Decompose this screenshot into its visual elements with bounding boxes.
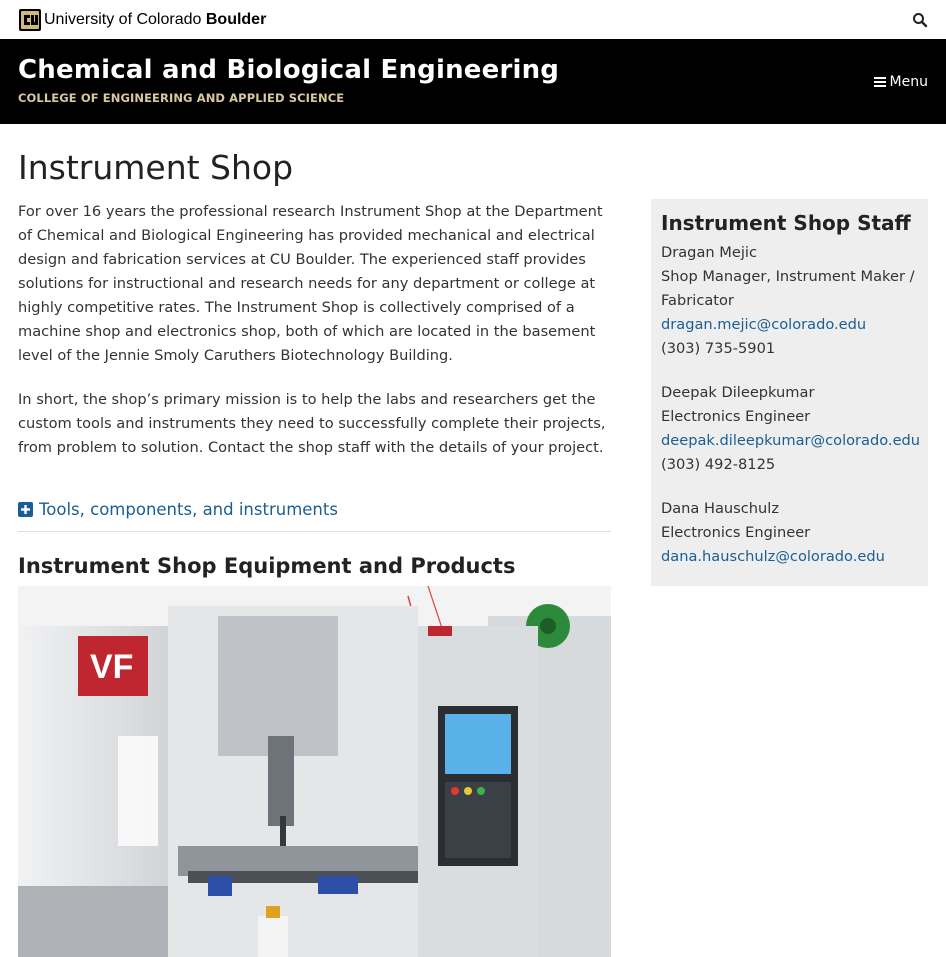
staff-name: Deepak Dileepkumar bbox=[661, 384, 815, 401]
staff-phone: (303) 492-8125 bbox=[661, 456, 776, 473]
site-branding: Chemical and Biological Engineering COLL… bbox=[18, 53, 559, 105]
staff-phone: (303) 735-5901 bbox=[661, 340, 776, 357]
staff-name: Dragan Mejic bbox=[661, 244, 757, 261]
section-heading: Instrument Shop Equipment and Products bbox=[18, 554, 516, 578]
intro-paragraph: For over 16 years the professional resea… bbox=[18, 203, 603, 364]
university-brand-link[interactable]: University of Colorado Boulder bbox=[18, 8, 266, 32]
staff-role: Electronics Engineer bbox=[661, 524, 811, 541]
mission-paragraph: In short, the shop’s primary mission is … bbox=[18, 391, 606, 456]
search-icon[interactable] bbox=[912, 12, 928, 28]
cnc-machine-image: VF bbox=[18, 586, 611, 957]
sidebar-title: Instrument Shop Staff bbox=[661, 211, 911, 235]
site-subtitle[interactable]: COLLEGE OF ENGINEERING AND APPLIED SCIEN… bbox=[18, 91, 559, 105]
staff-card: Dragan Mejic Shop Manager, Instrument Ma… bbox=[661, 241, 918, 361]
site-title[interactable]: Chemical and Biological Engineering bbox=[18, 53, 559, 87]
svg-text:VF: VF bbox=[90, 648, 133, 686]
top-bar: University of Colorado Boulder bbox=[0, 0, 946, 39]
staff-email-link[interactable]: deepak.dileepkumar@colorado.edu bbox=[661, 429, 920, 453]
cu-logo-icon bbox=[19, 8, 41, 31]
staff-card: Deepak Dileepkumar Electronics Engineer … bbox=[661, 381, 920, 477]
main-content: For over 16 years the professional resea… bbox=[18, 200, 611, 578]
menu-button[interactable]: Menu bbox=[873, 74, 928, 90]
staff-email-link[interactable]: dana.hauschulz@colorado.edu bbox=[661, 545, 918, 569]
menu-icon bbox=[873, 77, 886, 87]
staff-card: Dana Hauschulz Electronics Engineer dana… bbox=[661, 497, 918, 569]
plus-square-icon bbox=[18, 502, 33, 517]
staff-sidebar: Instrument Shop Staff Dragan Mejic Shop … bbox=[651, 199, 928, 586]
staff-role: Shop Manager, Instrument Maker / Fabrica… bbox=[661, 268, 915, 309]
site-header: Chemical and Biological Engineering COLL… bbox=[0, 39, 946, 124]
accordion-label: Tools, components, and instruments bbox=[39, 500, 338, 519]
menu-label: Menu bbox=[889, 74, 928, 90]
machine-shop-photo: VF bbox=[18, 586, 611, 957]
staff-name: Dana Hauschulz bbox=[661, 500, 780, 517]
tools-accordion-toggle[interactable]: Tools, components, and instruments bbox=[18, 500, 611, 532]
brand-text: University of Colorado Boulder bbox=[44, 10, 267, 28]
page-title: Instrument Shop bbox=[18, 148, 294, 187]
staff-email-link[interactable]: dragan.mejic@colorado.edu bbox=[661, 313, 918, 337]
staff-role: Electronics Engineer bbox=[661, 408, 811, 425]
